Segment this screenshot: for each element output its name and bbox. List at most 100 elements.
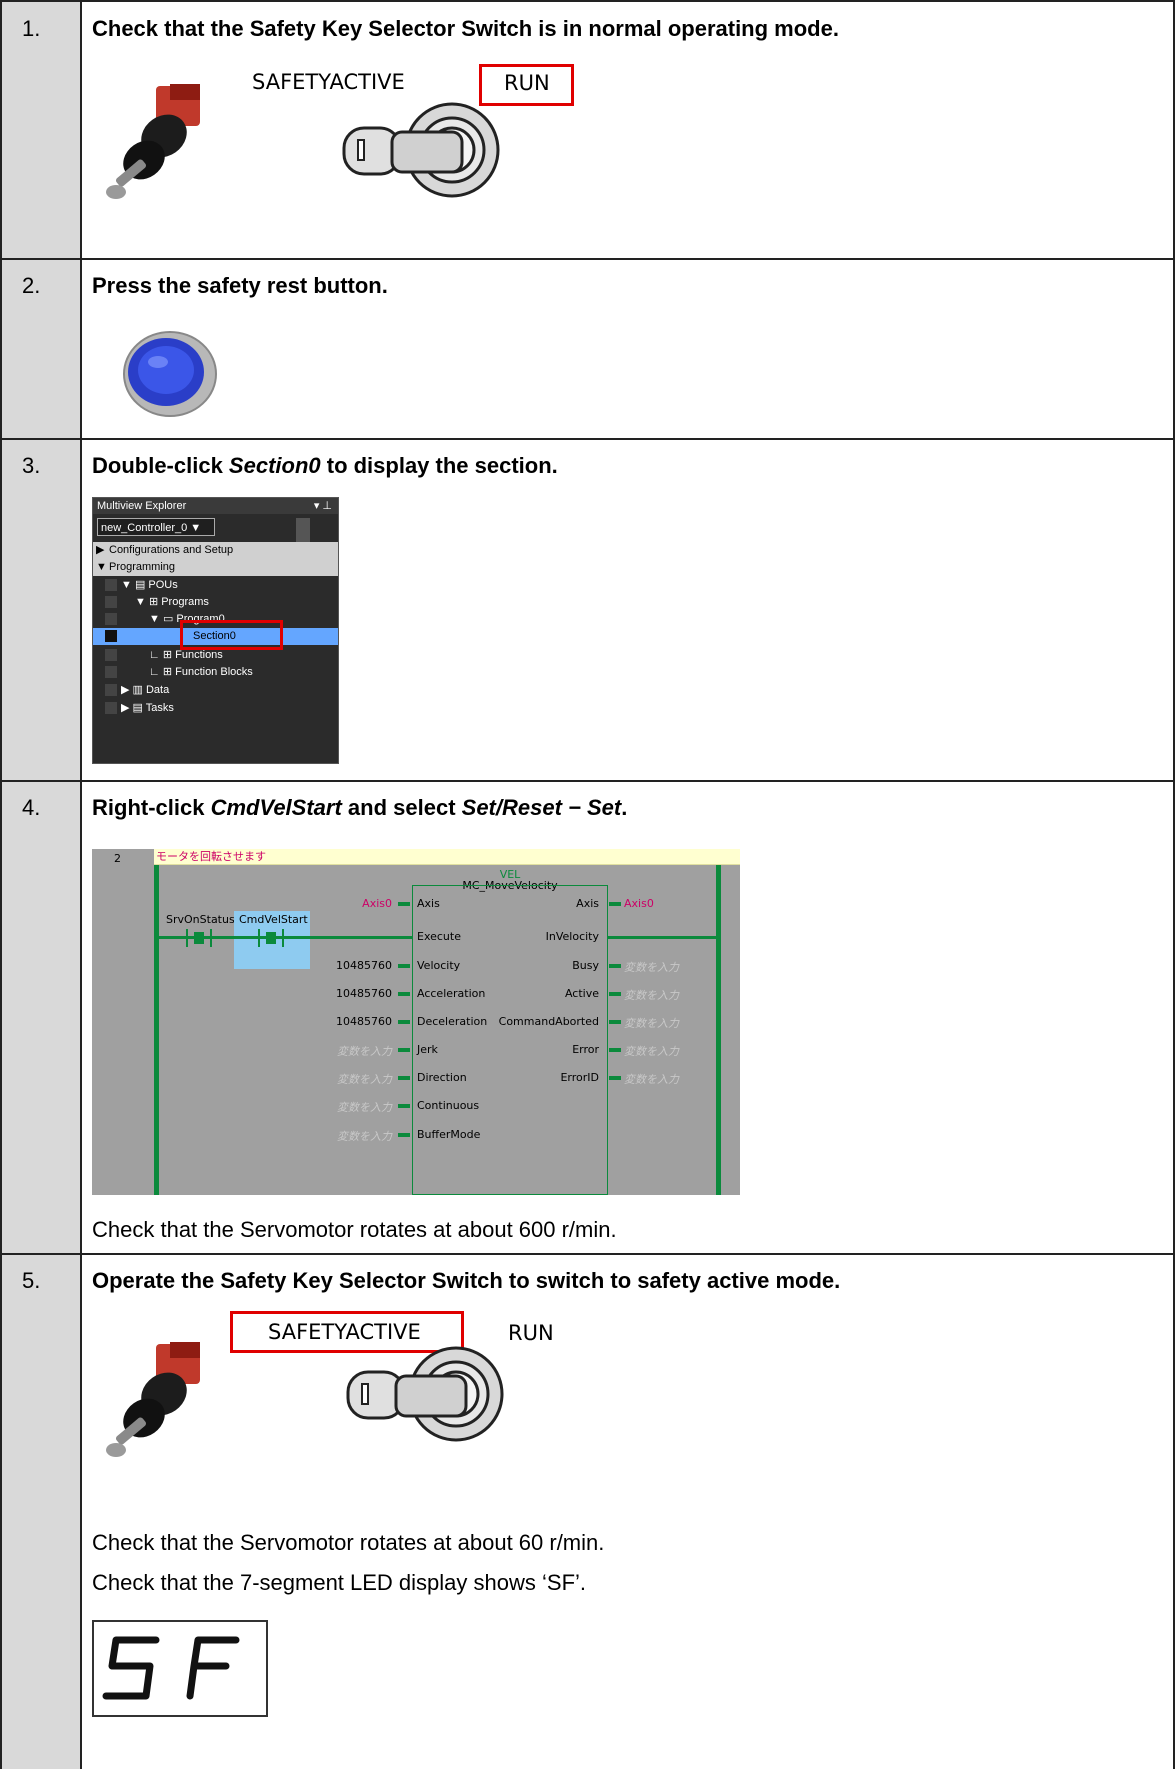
step-instruction: Double-click Section0 to display the sec… — [92, 453, 558, 478]
output-placeholder[interactable]: 変数を入力 — [624, 959, 679, 975]
pin-stub — [609, 1076, 621, 1080]
output-pin: Error — [572, 1043, 599, 1056]
input-pin: Deceleration — [417, 1015, 488, 1028]
input-pin: Direction — [417, 1071, 467, 1084]
step-instruction: Check that the Safety Key Selector Switc… — [92, 16, 839, 41]
input-pin: Jerk — [417, 1043, 438, 1056]
pin-stub — [398, 1048, 410, 1052]
expand-icon: ▶ — [96, 544, 105, 556]
pin-stub — [398, 1133, 410, 1137]
pin-stub — [398, 1104, 410, 1108]
output-wire — [608, 936, 718, 939]
contact-bar — [282, 929, 284, 947]
step-instruction: Right-click CmdVelStart and select Set/R… — [92, 795, 628, 820]
row-divider — [0, 258, 1175, 260]
input-pin: Acceleration — [417, 987, 486, 1000]
input-value: 10485760 — [336, 959, 392, 972]
pin-stub — [398, 992, 410, 996]
step-number: 5. — [22, 1268, 41, 1293]
rung-number: 2 — [114, 852, 121, 865]
contact-label-srvonstatus: SrvOnStatus — [166, 913, 235, 926]
tree-item-programs[interactable]: ▼ ⊞ Programs — [93, 594, 338, 611]
row-divider — [0, 0, 1175, 2]
step-number: 3. — [22, 453, 41, 478]
controller-status-icon — [296, 518, 310, 544]
row-divider — [0, 1253, 1175, 1255]
tree-item-data[interactable]: ▶ ▥ Data — [93, 682, 338, 699]
row-divider — [0, 780, 1175, 782]
check-text: Check that the 7-segment LED display sho… — [92, 1570, 587, 1595]
display-text: SF — [94, 1622, 95, 1623]
controller-select[interactable]: new_Controller_0 ▼ — [97, 518, 215, 536]
multiview-explorer: Multiview Explorer ▾ ⊥ new_Controller_0 … — [92, 497, 339, 764]
safetyactive-label: SAFETYACTIVE — [252, 70, 405, 94]
pin-stub — [609, 992, 621, 996]
key-selector-diagram — [346, 1346, 504, 1442]
input-pin: Execute — [417, 930, 461, 943]
contact-cmdvelstart[interactable] — [266, 932, 276, 944]
input-pin: Velocity — [417, 959, 461, 972]
key-selector-diagram — [342, 102, 500, 198]
step-number: 1. — [22, 16, 41, 41]
rung-comment: モータを回転させます — [154, 849, 740, 865]
output-placeholder[interactable]: 変数を入力 — [624, 1043, 679, 1059]
procedure-table: 1. Check that the Safety Key Selector Sw… — [0, 0, 1175, 1769]
input-value: 10485760 — [336, 1015, 392, 1028]
number-column — [0, 0, 81, 1769]
output-pin: Busy — [572, 959, 599, 972]
pin-stub — [609, 1048, 621, 1052]
table-border-divider — [80, 0, 82, 1769]
input-placeholder[interactable]: 変数を入力 — [92, 1043, 392, 1059]
input-placeholder[interactable]: 変数を入力 — [92, 1128, 392, 1144]
input-placeholder[interactable]: 変数を入力 — [92, 1099, 392, 1115]
output-value: Axis0 — [624, 897, 654, 910]
key-switch-photo — [106, 1342, 200, 1457]
output-pin: InVelocity — [545, 930, 599, 943]
sf-segment-glyphs — [102, 1636, 240, 1700]
output-placeholder[interactable]: 変数を入力 — [624, 1071, 679, 1087]
output-placeholder[interactable]: 変数を入力 — [624, 987, 679, 1003]
check-text: Check that the Servomotor rotates at abo… — [92, 1217, 617, 1242]
contact-bar — [210, 929, 212, 947]
run-label: RUN — [508, 1321, 554, 1345]
pin-stub — [609, 964, 621, 968]
pin-stub — [398, 902, 410, 906]
section0-highlight-box — [180, 620, 283, 650]
reset-button-photo — [123, 331, 217, 417]
step-instruction: Operate the Safety Key Selector Switch t… — [92, 1268, 841, 1293]
output-pin: CommandAborted — [498, 1015, 599, 1028]
tree-item-configurations[interactable]: ▶ Configurations and Setup — [93, 542, 338, 559]
input-pin: Continuous — [417, 1099, 480, 1112]
key-switch-photo — [106, 84, 200, 199]
tree-item-functions[interactable]: ∟ ⊞ Functions — [93, 647, 338, 664]
pin-icon[interactable]: ▾ ⊥ — [314, 498, 332, 514]
pin-stub — [609, 1020, 621, 1024]
table-border-left — [0, 0, 2, 1769]
input-pin: BufferMode — [417, 1128, 481, 1141]
tree-item-tasks[interactable]: ▶ ▤ Tasks — [93, 700, 338, 717]
step-number: 4. — [22, 795, 41, 820]
contact-bar — [186, 929, 188, 947]
output-pin: Active — [564, 987, 599, 1000]
step-number: 2. — [22, 273, 41, 298]
pin-stub — [398, 1076, 410, 1080]
contact-label-cmdvelstart: CmdVelStart — [239, 913, 308, 926]
right-power-rail — [716, 865, 721, 1195]
tree-item-function-blocks[interactable]: ∟ ⊞ Function Blocks — [93, 664, 338, 681]
row-divider — [0, 438, 1175, 440]
input-value: 10485760 — [336, 987, 392, 1000]
input-placeholder[interactable]: 変数を入力 — [92, 1071, 392, 1087]
tree-item-programming[interactable]: ▼ Programming — [93, 559, 338, 576]
step-instruction: Press the safety rest button. — [92, 273, 388, 298]
input-value: Axis0 — [362, 897, 392, 910]
pin-stub — [609, 902, 621, 906]
output-pin: ErrorID — [560, 1071, 599, 1084]
left-power-rail — [154, 865, 159, 1195]
tree-item-pous[interactable]: ▼ ▤ POUs — [93, 577, 338, 594]
output-placeholder[interactable]: 変数を入力 — [624, 1015, 679, 1031]
input-pin: Axis — [417, 897, 440, 910]
contact-bar — [258, 929, 260, 947]
explorer-title: Multiview Explorer — [93, 498, 338, 514]
collapse-icon: ▼ — [96, 561, 107, 573]
contact-srvonstatus[interactable] — [194, 932, 204, 944]
